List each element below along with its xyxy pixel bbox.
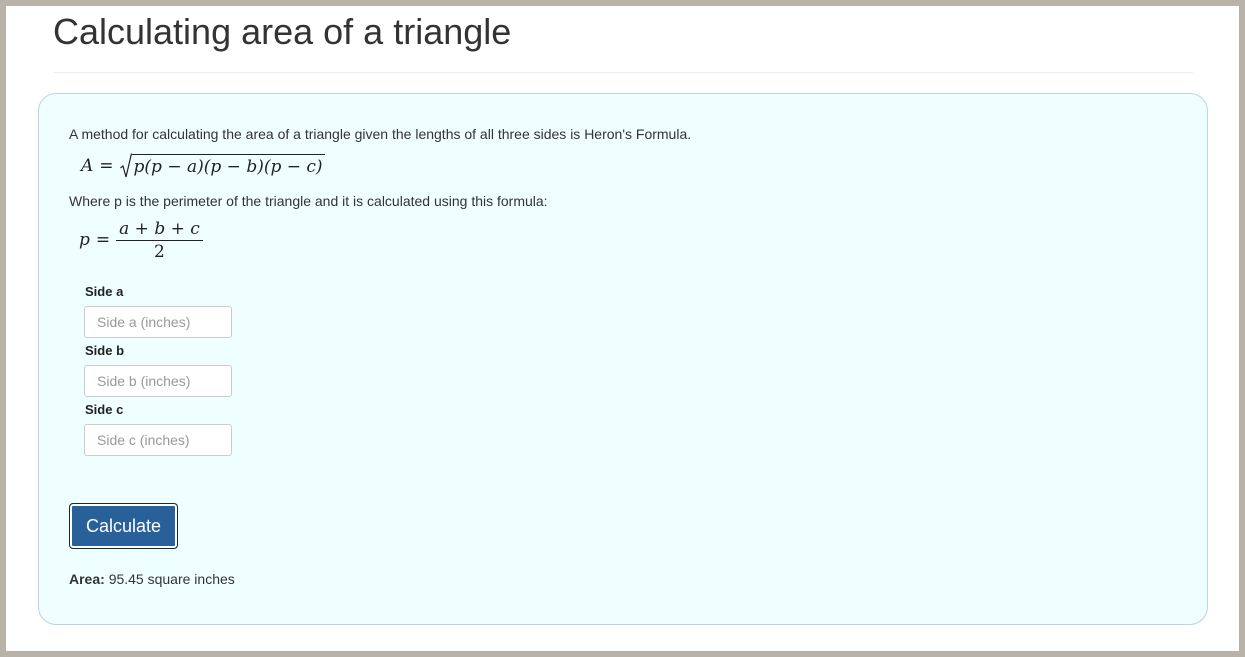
area-result: Area: 95.45 square inches bbox=[69, 569, 235, 589]
square-root: p(p − a)(p − b)(p − c) bbox=[119, 153, 325, 179]
area-result-value: 95.45 square inches bbox=[108, 571, 235, 587]
side-a-label: Side a bbox=[85, 284, 124, 299]
perimeter-fraction: a + b + c 2 bbox=[116, 218, 203, 263]
calculate-button[interactable]: Calculate bbox=[69, 503, 178, 549]
perimeter-numerator: a + b + c bbox=[116, 218, 203, 241]
square-root-icon bbox=[119, 153, 132, 179]
perimeter-formula-lhs: p bbox=[79, 230, 90, 250]
area-result-label: Area: bbox=[69, 571, 105, 587]
side-b-input[interactable] bbox=[84, 365, 232, 397]
page: Calculating area of a triangle A method … bbox=[6, 6, 1239, 651]
perimeter-intro-text: Where p is the perimeter of the triangle… bbox=[69, 193, 548, 209]
calculator-panel: A method for calculating the area of a t… bbox=[38, 93, 1208, 625]
heron-formula-equals: = bbox=[99, 156, 114, 176]
intro-text: A method for calculating the area of a t… bbox=[69, 126, 692, 142]
side-a-input[interactable] bbox=[84, 306, 232, 338]
page-title: Calculating area of a triangle bbox=[53, 11, 512, 52]
heron-formula-radicand: p(p − a)(p − b)(p − c) bbox=[131, 154, 325, 179]
side-b-label: Side b bbox=[85, 343, 125, 358]
perimeter-denominator: 2 bbox=[154, 241, 165, 262]
side-c-label: Side c bbox=[85, 402, 124, 417]
side-c-input[interactable] bbox=[84, 424, 232, 456]
perimeter-formula-equals: = bbox=[95, 230, 111, 250]
perimeter-formula: p = a + b + c 2 bbox=[79, 217, 203, 263]
title-divider bbox=[53, 72, 1193, 73]
heron-formula-lhs: A bbox=[81, 156, 94, 176]
heron-formula: A = p(p − a)(p − b)(p − c) bbox=[81, 151, 325, 179]
